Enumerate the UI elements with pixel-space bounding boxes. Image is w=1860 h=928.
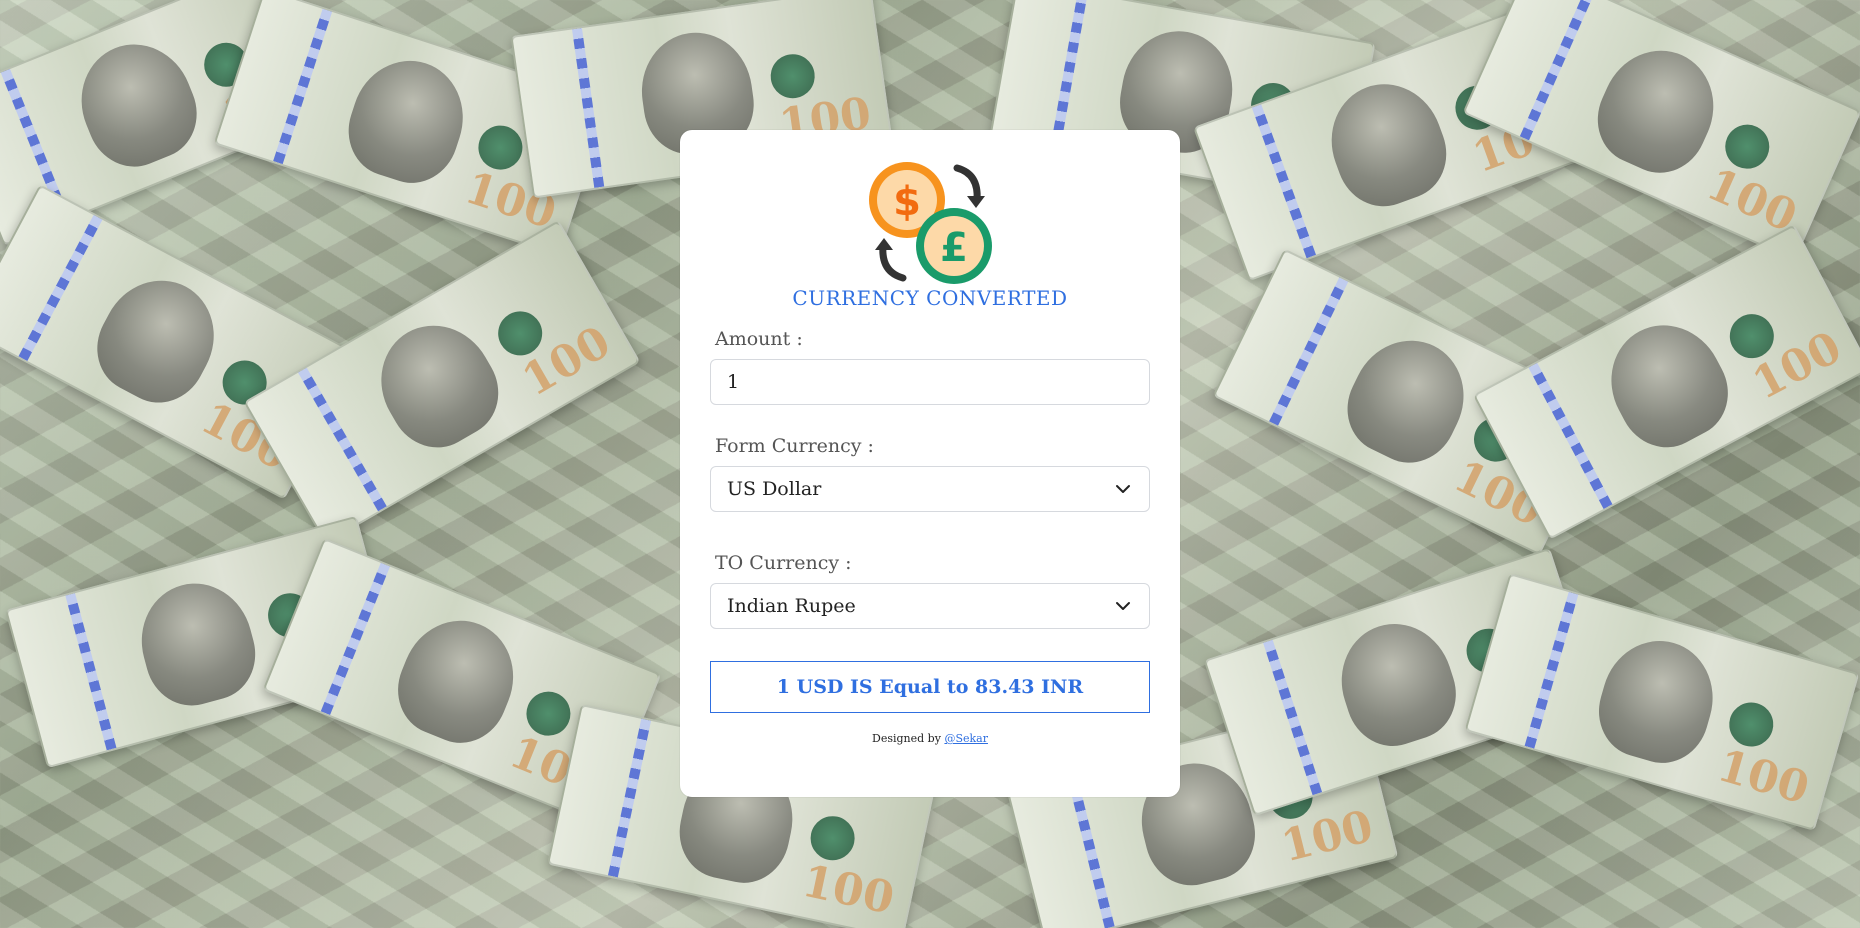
svg-text:£: £ [940,225,968,271]
banknote-image: 100 [1464,573,1860,831]
banknote-image: 100 [1462,0,1860,261]
chevron-down-icon [1116,602,1130,610]
from-currency-value: US Dollar [727,478,822,500]
banknote-image: 100 [243,219,641,545]
currency-exchange-icon: $ £ [869,162,992,284]
from-currency-label: Form Currency : [715,435,874,457]
designer-link[interactable]: @Sekar [944,732,988,745]
banknote-image: 100 [1472,224,1860,540]
chevron-down-icon [1116,485,1130,493]
amount-label: Amount : [715,328,803,350]
credit-prefix: Designed by [872,732,941,745]
designer-credit: Designed by @Sekar [680,732,1180,745]
amount-input[interactable]: 1 [710,359,1150,405]
conversion-result: 1 USD IS Equal to 83.43 INR [710,661,1150,713]
amount-value: 1 [727,371,740,393]
to-currency-select[interactable]: Indian Rupee [710,583,1150,629]
to-currency-label: TO Currency : [715,552,852,574]
from-currency-select[interactable]: US Dollar [710,466,1150,512]
svg-text:$: $ [893,179,921,225]
converter-card: $ £ CURRENCY CONVERTED Amount : 1 Form C… [680,130,1180,797]
app-title: CURRENCY CONVERTED [792,286,1068,310]
to-currency-value: Indian Rupee [727,595,856,617]
